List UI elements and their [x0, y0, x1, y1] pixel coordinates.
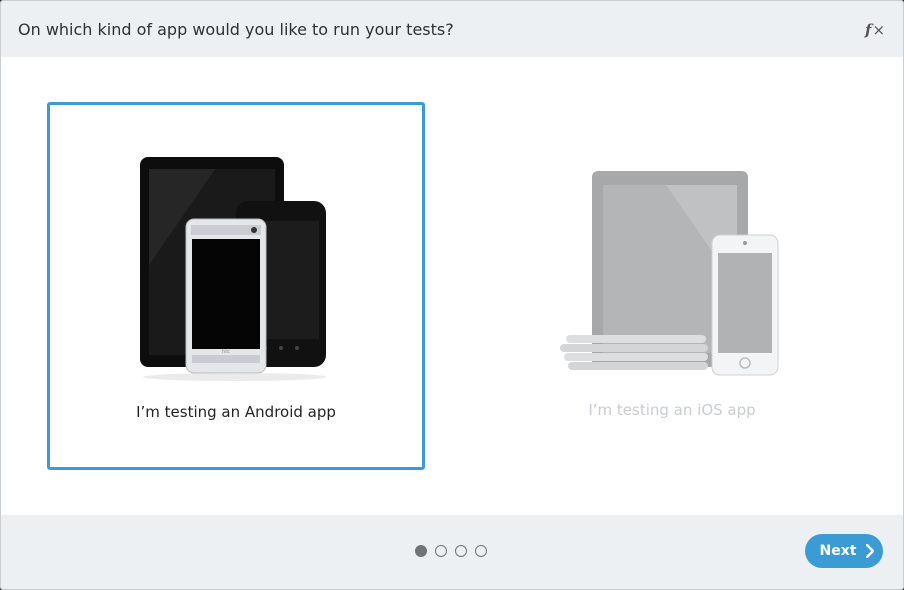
dialog-title: On which kind of app would you like to r…	[18, 20, 454, 39]
close-icon: ×	[872, 21, 886, 39]
android-option-label: I’m testing an Android app	[136, 403, 336, 421]
dialog-body: htc I’m testing an Android app I’m testi…	[1, 57, 903, 515]
ios-option-card[interactable]: I’m testing an iOS app	[483, 102, 861, 470]
ios-option-label: I’m testing an iOS app	[588, 401, 756, 419]
android-option-card[interactable]: htc I’m testing an Android app	[47, 102, 425, 470]
svg-text:htc: htc	[222, 349, 230, 355]
close-button[interactable]: f ×	[865, 21, 885, 39]
test-app-dialog: On which kind of app would you like to r…	[0, 0, 904, 590]
pagination-dot-4[interactable]	[475, 545, 487, 557]
dialog-footer: Next	[1, 515, 903, 589]
pagination-dot-1[interactable]	[415, 545, 427, 557]
android-devices-icon: htc	[140, 157, 327, 381]
function-icon: f	[864, 21, 872, 39]
next-button-label: Next	[819, 543, 857, 559]
pagination-dots	[415, 545, 487, 557]
pagination-dot-3[interactable]	[455, 545, 467, 557]
dialog-header: On which kind of app would you like to r…	[1, 1, 903, 57]
next-button[interactable]: Next	[805, 534, 883, 568]
pagination-dot-2[interactable]	[435, 545, 447, 557]
ios-devices-icon	[560, 171, 779, 376]
chevron-right-icon	[866, 544, 875, 558]
